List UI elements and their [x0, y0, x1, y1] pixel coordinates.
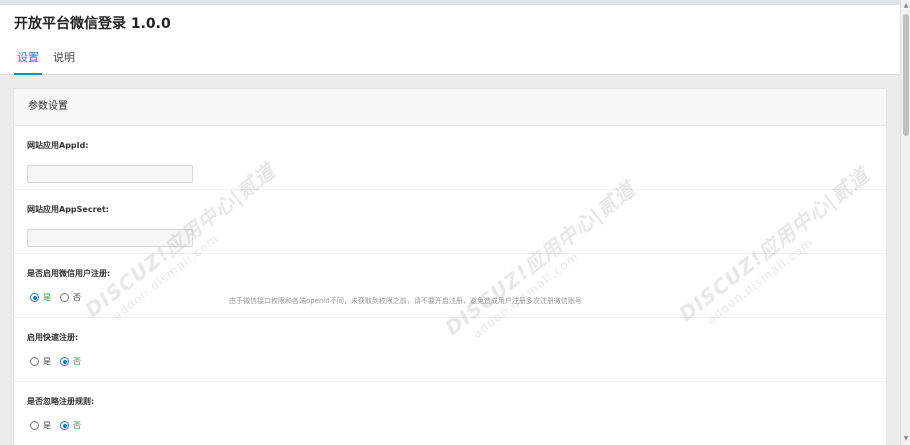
scroll-down-arrow-icon[interactable]: ▼: [902, 435, 910, 443]
page-title: 开放平台微信登录 1.0.0: [14, 16, 171, 32]
quick-register-no-radio[interactable]: 否: [60, 356, 81, 367]
form-row-appsecret: 网站应用AppSecret:: [14, 190, 886, 254]
radio-unchecked-icon: [30, 357, 39, 366]
radio-label: 是: [43, 357, 51, 366]
enable-register-label: 是否启用微信用户注册:: [27, 269, 111, 278]
settings-panel: 参数设置 网站应用AppId: 网站应用AppSecret: 是否启用微信用户注…: [13, 88, 887, 445]
enable-register-hint: 由于微信接口权限和各端openid不同，未获取到权限之前，请不要开启注册，避免造…: [229, 297, 582, 305]
panel-title: 参数设置: [14, 89, 886, 126]
ignore-rules-label: 是否忽略注册规则:: [27, 397, 95, 406]
ignore-rules-yes-radio[interactable]: 是: [30, 420, 51, 431]
radio-label: 是: [43, 293, 51, 302]
appid-input[interactable]: [27, 165, 193, 183]
form-row-enable-register: 是否启用微信用户注册: 是 否 由于微信接口权限和各端openid不同，未获取到…: [14, 254, 886, 318]
radio-unchecked-icon: [60, 293, 69, 302]
radio-label: 否: [73, 293, 81, 302]
tab-bar: 设置 说明: [14, 49, 86, 75]
form-row-ignore-rules: 是否忽略注册规则: 是 否: [14, 382, 886, 445]
quick-register-yes-radio[interactable]: 是: [30, 356, 51, 367]
vertical-scrollbar[interactable]: ▲ ▼: [900, 0, 910, 445]
tab-settings[interactable]: 设置: [14, 49, 42, 75]
radio-label: 否: [73, 421, 81, 430]
appid-label: 网站应用AppId:: [27, 141, 89, 150]
content-area: 参数设置 网站应用AppId: 网站应用AppSecret: 是否启用微信用户注…: [0, 76, 900, 445]
scroll-thumb[interactable]: [903, 14, 909, 136]
radio-checked-icon: [30, 293, 39, 302]
scroll-up-arrow-icon[interactable]: ▲: [902, 2, 910, 10]
radio-unchecked-icon: [30, 421, 39, 430]
radio-checked-icon: [60, 421, 69, 430]
radio-checked-icon: [60, 357, 69, 366]
radio-label: 否: [73, 357, 81, 366]
ignore-rules-radio-group: 是 否: [30, 420, 90, 431]
ignore-rules-no-radio[interactable]: 否: [60, 420, 81, 431]
enable-register-no-radio[interactable]: 否: [60, 292, 81, 303]
radio-label: 是: [43, 421, 51, 430]
form-row-appid: 网站应用AppId:: [14, 126, 886, 190]
appsecret-input[interactable]: [27, 229, 193, 247]
tab-instructions[interactable]: 说明: [50, 49, 78, 75]
quick-register-radio-group: 是 否: [30, 356, 90, 367]
page-header: 开放平台微信登录 1.0.0 设置 说明: [0, 5, 900, 75]
enable-register-radio-group: 是 否: [30, 292, 90, 303]
enable-register-yes-radio[interactable]: 是: [30, 292, 51, 303]
quick-register-label: 启用快速注册:: [27, 333, 79, 342]
appsecret-label: 网站应用AppSecret:: [27, 205, 109, 214]
form-row-quick-register: 启用快速注册: 是 否: [14, 318, 886, 382]
